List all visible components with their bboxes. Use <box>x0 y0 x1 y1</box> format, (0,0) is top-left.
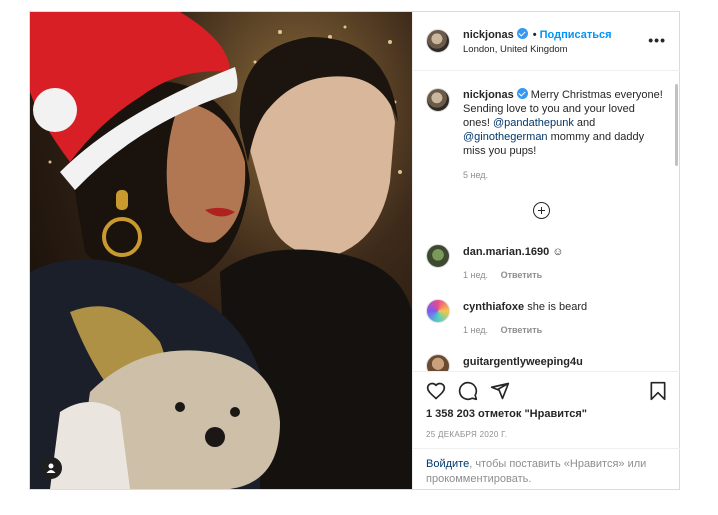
share-icon[interactable] <box>490 381 510 401</box>
verified-badge-icon <box>516 28 528 39</box>
more-options-button[interactable]: ••• <box>648 32 666 48</box>
author-username[interactable]: nickjonas <box>463 29 514 41</box>
user-tag-icon <box>46 463 56 473</box>
comment-body: cynthiafoxe she is beard <box>463 301 587 313</box>
login-prompt: Войдите, чтобы поставить «Нравится» или … <box>413 448 680 487</box>
comment-time[interactable]: 1 нед. <box>463 270 488 280</box>
post-photo[interactable] <box>30 12 412 489</box>
comment-avatar[interactable] <box>426 299 450 323</box>
caption-username[interactable]: nickjonas <box>463 89 514 101</box>
comment-meta: 1 нед. Ответить <box>463 325 542 335</box>
separator-dot: • <box>532 29 537 41</box>
comments-list: nickjonas Merry Christmas everyone! Send… <box>413 71 680 371</box>
reply-button[interactable]: Ответить <box>501 270 543 280</box>
comment-username[interactable]: guitargentlyweeping4u <box>463 356 583 368</box>
comment-avatar[interactable] <box>426 244 450 268</box>
comment-username[interactable]: cynthiafoxe <box>463 301 524 313</box>
user-tag-button[interactable] <box>40 457 62 479</box>
comment-body: dan.marian.1690 ☺ <box>463 246 564 258</box>
verified-badge-icon <box>516 88 528 99</box>
post-actions: 1 358 203 отметок "Нравится" 25 ДЕКАБРЯ … <box>413 371 680 490</box>
caption-avatar[interactable] <box>426 88 450 112</box>
comment-username[interactable]: dan.marian.1690 <box>463 246 549 258</box>
post-header: nickjonas • Подписаться London, United Kin… <box>413 12 680 71</box>
author-line: nickjonas • Подписаться <box>463 28 612 41</box>
caption-text: nickjonas Merry Christmas everyone! Send… <box>463 88 663 158</box>
post-date[interactable]: 25 ДЕКАБРЯ 2020 Г. <box>426 430 507 439</box>
follow-button[interactable]: Подписаться <box>540 29 612 41</box>
post-card: nickjonas • Подписаться London, United Kin… <box>29 11 680 490</box>
login-link[interactable]: Войдите <box>426 458 469 470</box>
comment-time[interactable]: 1 нед. <box>463 325 488 335</box>
likes-count[interactable]: 1 358 203 отметок "Нравится" <box>426 408 587 420</box>
post-location[interactable]: London, United Kingdom <box>463 44 568 55</box>
comment-meta: 1 нед. Ответить <box>463 270 542 280</box>
plus-circle-icon[interactable] <box>533 202 550 219</box>
comment-body: guitargentlyweeping4u <box>463 356 583 368</box>
caption-time[interactable]: 5 нед. <box>463 170 488 180</box>
comment-icon[interactable] <box>458 381 478 401</box>
mention-link[interactable]: @ginothegerman <box>463 131 548 143</box>
heart-icon[interactable] <box>426 381 446 401</box>
photo-illustration <box>30 12 412 489</box>
comments-scrollbar[interactable] <box>675 84 678 166</box>
bookmark-icon[interactable] <box>649 381 667 401</box>
reply-button[interactable]: Ответить <box>501 325 543 335</box>
comment-text: ☺ <box>552 246 564 258</box>
post-sidebar: nickjonas • Подписаться London, United Kin… <box>412 12 680 489</box>
comment-text: she is beard <box>527 301 588 313</box>
author-avatar[interactable] <box>426 29 450 53</box>
caption-text-2: and <box>573 117 596 129</box>
comment-avatar[interactable] <box>426 354 450 371</box>
mention-link[interactable]: @pandathepunk <box>493 117 574 129</box>
